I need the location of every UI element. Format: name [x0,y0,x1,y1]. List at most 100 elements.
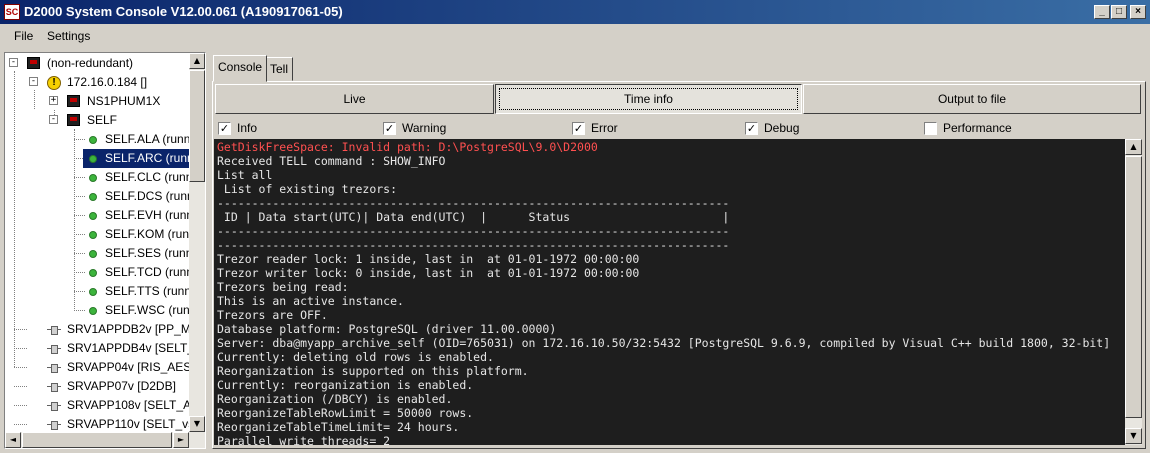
console-output[interactable]: GetDiskFreeSpace: Invalid path: D:\Postg… [214,139,1125,445]
tree-node-process[interactable]: SELF.WSC (runn [83,301,196,320]
tree-node-label: SELF.ARC (runn [105,151,194,165]
tree-node-process[interactable]: SELF.TCD (runn [83,263,193,282]
console-scroll-up-button[interactable]: ▲ [1125,139,1142,155]
tree-node-server[interactable]: SRVAPP04v [RIS_AES] [45,358,195,377]
console-scroll-thumb[interactable] [1125,156,1142,418]
scroll-up-button[interactable]: ▲ [189,53,205,69]
console-line: Database platform: PostgreSQL (driver 11… [217,322,557,336]
tree-node-label: SRVAPP07v [D2DB] [67,379,176,393]
scroll-thumb[interactable] [189,70,205,182]
tree-node-self[interactable]: - SELF [49,111,189,130]
status-running-icon [89,174,97,182]
object-tree[interactable]: - (non-redundant) -! 172.16.0.184 [] + NS1PHU… [4,52,206,449]
title-bar[interactable]: SC D2000 System Console V12.00.061 (A190… [0,0,1150,24]
tab-console[interactable]: Console [213,55,268,82]
tree-vertical-scrollbar[interactable]: ▲ ▼ [189,53,205,432]
tree-line [14,367,27,368]
console-line: Currently: deleting old rows is enabled. [217,350,494,364]
tree-node-process[interactable]: SELF.EVH (runn [83,206,193,225]
menu-settings[interactable]: Settings [47,29,90,43]
console-line: ReorganizeTableTimeLimit= 24 hours. [217,420,460,434]
server-icon [27,57,40,69]
tree-line [14,424,27,425]
network-node-icon [47,383,61,392]
console-scroll-down-button[interactable]: ▼ [1125,428,1142,444]
tree-node-process[interactable]: SELF.ARC (runn [83,149,194,168]
console-line: Trezor reader lock: 1 inside, last in at… [217,252,640,266]
console-line: ReorganizeTableRowLimit = 50000 rows. [217,406,474,420]
console-line: Reorganization is supported on this plat… [217,364,529,378]
tree-node-process[interactable]: SELF.CLC (runn [83,168,192,187]
tree-node-label: SELF.WSC (runn [105,303,197,317]
tree-node-label: SELF.DCS (runn [105,189,194,203]
tree-line [74,129,75,309]
filter-label: Performance [943,121,1012,135]
maximize-button[interactable]: □ [1111,5,1127,19]
console-line: Parallel write threads= 2 [217,434,391,445]
console-vertical-scrollbar[interactable]: ▲ ▼ [1125,139,1142,445]
tree-node-server[interactable]: SRV1APPDB4v [SELT_V [45,339,202,358]
tree-node-label: (non-redundant) [47,56,134,70]
tree-node-server[interactable]: SRVAPP108v [SELT_AT] [45,396,201,415]
tree-node-process[interactable]: SELF.KOM (runn [83,225,196,244]
scroll-right-button[interactable]: ► [173,432,189,448]
console-line: ----------------------------------------… [217,238,730,252]
tab-tell[interactable]: Tell [265,57,294,81]
tree-node-server[interactable]: SRVAPP07v [D2DB] [45,377,189,396]
menu-file[interactable]: File [14,29,33,43]
tree-line [14,348,27,349]
status-running-icon [89,250,97,258]
console-error-line: GetDiskFreeSpace: Invalid path: D:\Postg… [217,140,598,154]
tree-line [14,386,27,387]
tree-node-label: SELF.TTS (runn [105,284,192,298]
tree-node-label: SELF.KOM (runn [105,227,196,241]
warning-checkbox[interactable]: ✓ [383,122,396,135]
tree-node-label: SELF.SES (runn [105,246,193,260]
console-panel: Console Tell Live Time info Output to fi… [212,52,1146,449]
tree-node-process[interactable]: SELF.DCS (runn [83,187,194,206]
window-title: D2000 System Console V12.00.061 (A190917… [24,4,343,19]
server-icon [67,95,80,107]
output-to-file-button[interactable]: Output to file [803,84,1141,114]
tree-node-label: SRVAPP108v [SELT_AT] [67,398,201,412]
console-line: Currently: reorganization is enabled. [217,378,474,392]
tree-node-process[interactable]: SELF.TTS (runn [83,282,191,301]
expand-toggle[interactable]: - [29,77,38,86]
tree-node-process[interactable]: SELF.ALA (runn [83,130,191,149]
console-line: Server: dba@myapp_archive_self (OID=7650… [217,336,1111,350]
console-line: List of existing trezors: [217,182,398,196]
console-line: ----------------------------------------… [217,196,730,210]
network-node-icon [47,402,61,411]
expand-toggle[interactable]: - [49,115,58,124]
console-line: Reorganization (/DBCY) is enabled. [217,392,453,406]
scroll-down-button[interactable]: ▼ [189,416,205,432]
tree-node-host[interactable]: -! 172.16.0.184 [] [29,73,189,92]
live-button[interactable]: Live [215,84,494,114]
tree-node-root[interactable]: - (non-redundant) [9,54,189,73]
scroll-left-button[interactable]: ◄ [5,432,21,448]
tree-line [34,90,35,109]
performance-checkbox[interactable] [924,122,937,135]
tree-node-process[interactable]: SELF.SES (runn [83,244,192,263]
tree-node-label: SELF.ALA (runn [105,132,191,146]
tree-node-label: SELF [87,113,118,127]
error-checkbox[interactable]: ✓ [572,122,585,135]
minimize-button[interactable]: _ [1094,5,1110,19]
hscroll-thumb[interactable] [22,432,172,448]
time-info-button[interactable]: Time info [495,84,802,114]
tree-horizontal-scrollbar[interactable]: ◄ ► [5,432,205,448]
tree-node-label: SRV1APPDB4v [SELT_V [67,341,202,355]
console-line: ----------------------------------------… [217,224,730,238]
filter-label: Debug [764,121,800,135]
tree-node-server[interactable]: SRV1APPDB2v [PP_MTA [45,320,205,339]
close-button[interactable]: × [1130,5,1146,19]
console-line: List all [217,168,273,182]
info-checkbox[interactable]: ✓ [218,122,231,135]
tree-line [14,405,27,406]
app-icon[interactable]: SC [4,4,20,20]
tree-node-label: SELF.TCD (runn [105,265,194,279]
expand-toggle[interactable]: + [49,96,58,105]
tree-node-ns1phum1x[interactable]: + NS1PHUM1X [49,92,189,111]
debug-checkbox[interactable]: ✓ [745,122,758,135]
expand-toggle[interactable]: - [9,58,18,67]
